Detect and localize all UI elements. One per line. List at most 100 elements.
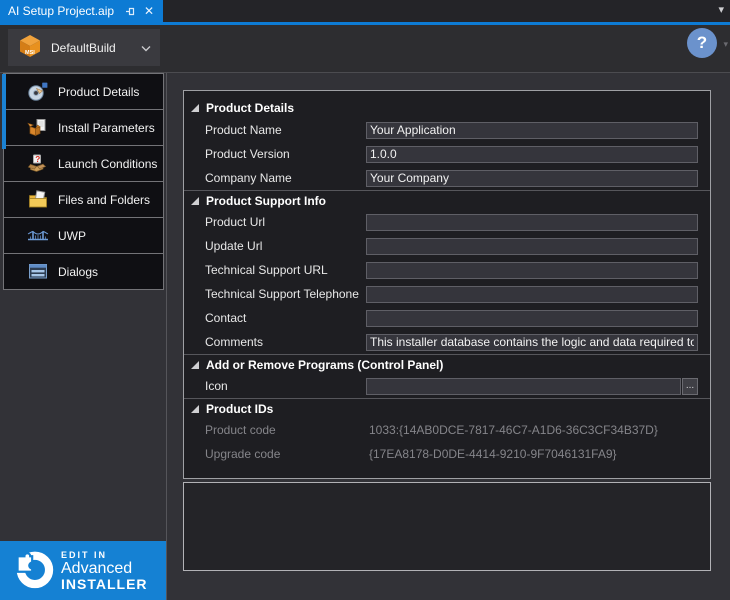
sidebar-item-label: Launch Conditions	[58, 157, 157, 171]
property-field	[366, 238, 698, 255]
technical-support-telephone-input[interactable]	[366, 286, 698, 303]
property-field	[366, 146, 698, 163]
property-field	[366, 334, 698, 351]
property-row-comments: Comments	[184, 330, 710, 354]
property-label: Icon	[205, 379, 366, 393]
technical-support-url-input[interactable]	[366, 262, 698, 279]
sidebar-item-install-parameters[interactable]: Install Parameters	[3, 109, 164, 146]
tab-list-chevron-icon[interactable]: ▾	[718, 3, 724, 16]
product-details-disc-icon	[27, 82, 49, 102]
property-row-contact: Contact	[184, 306, 710, 330]
badge-advanced: Advanced	[61, 561, 148, 577]
property-field	[366, 214, 698, 231]
chevron-down-icon	[141, 41, 151, 55]
description-box	[183, 482, 711, 571]
browse-button[interactable]: ...	[682, 378, 698, 395]
property-field	[366, 310, 698, 327]
comments-input[interactable]	[366, 334, 698, 351]
group-header-product-details[interactable]: Product Details	[184, 98, 710, 118]
property-label: Upgrade code	[205, 447, 366, 461]
sidebar-item-dialogs[interactable]: Dialogs	[3, 253, 164, 290]
property-label: Technical Support URL	[205, 263, 366, 277]
help-question-icon: ?	[697, 33, 707, 53]
svg-text:MSI: MSI	[25, 50, 35, 56]
property-row-icon: Icon...	[184, 374, 710, 398]
build-selector[interactable]: MSI DefaultBuild	[8, 29, 160, 66]
property-row-product-version: Product Version	[184, 142, 710, 166]
dialog-window-icon	[27, 262, 49, 282]
property-field	[366, 262, 698, 279]
content-area: Product Details Product Name Product Versi…	[167, 73, 730, 600]
property-row-update-url: Update Url	[184, 234, 710, 258]
msi-package-icon: MSI	[17, 33, 43, 62]
company-name-input[interactable]	[366, 170, 698, 187]
badge-text: EDIT IN Advanced INSTALLER	[61, 550, 148, 591]
property-label: Company Name	[205, 171, 366, 185]
sidebar-item-label: Dialogs	[58, 265, 98, 279]
property-row-company-name: Company Name	[184, 166, 710, 190]
property-field	[366, 122, 698, 139]
group-header-product-support-info[interactable]: Product Support Info	[184, 190, 710, 210]
property-row-upgrade-code: Upgrade code{17EA8178-D0DE-4414-9210-9F7…	[184, 442, 710, 466]
update-url-input[interactable]	[366, 238, 698, 255]
sidebar-item-uwp[interactable]: UWP	[3, 217, 164, 254]
product-url-input[interactable]	[366, 214, 698, 231]
contact-input[interactable]	[366, 310, 698, 327]
group-title: Product IDs	[206, 402, 273, 416]
sidebar-item-label: UWP	[58, 229, 86, 243]
sidebar: Product Details Install Parameters? Launch…	[0, 73, 167, 600]
folder-icon	[27, 190, 49, 210]
sidebar-nav: Product Details Install Parameters? Launch…	[0, 73, 166, 290]
product-name-input[interactable]	[366, 122, 698, 139]
install-box-icon	[27, 118, 49, 138]
sidebar-item-files-and-folders[interactable]: Files and Folders	[3, 181, 164, 218]
group-header-product-ids[interactable]: Product IDs	[184, 398, 710, 418]
group-title: Add or Remove Programs (Control Panel)	[206, 358, 443, 372]
sidebar-item-product-details[interactable]: Product Details	[3, 73, 164, 110]
help-menu-chevron-icon[interactable]: ▾	[723, 39, 728, 50]
group-header-add-or-remove-programs-control-panel-[interactable]: Add or Remove Programs (Control Panel)	[184, 354, 710, 374]
property-row-product-name: Product Name	[184, 118, 710, 142]
property-label: Technical Support Telephone	[205, 287, 366, 301]
property-row-technical-support-url: Technical Support URL	[184, 258, 710, 282]
icon-input[interactable]	[366, 378, 681, 395]
bridge-icon	[27, 226, 49, 246]
launch-conditions-box-icon: ?	[27, 154, 49, 174]
collapse-triangle-icon	[191, 104, 199, 112]
product-version-input[interactable]	[366, 146, 698, 163]
property-field	[366, 286, 698, 303]
property-grid: Product Details Product Name Product Versi…	[183, 90, 711, 479]
pin-icon[interactable]	[125, 6, 136, 17]
property-field: 1033:{14AB0DCE-7817-46C7-A1D6-36C3CF34B3…	[366, 423, 698, 437]
tab-title: AI Setup Project.aip	[8, 4, 121, 18]
badge-installer: INSTALLER	[61, 577, 148, 591]
property-row-product-code: Product code1033:{14AB0DCE-7817-46C7-A1D…	[184, 418, 710, 442]
group-title: Product Details	[206, 101, 294, 115]
sidebar-item-launch-conditions[interactable]: ? Launch Conditions	[3, 145, 164, 182]
tab-strip: AI Setup Project.aip ✕ ▾	[0, 0, 730, 22]
readonly-value: 1033:{14AB0DCE-7817-46C7-A1D6-36C3CF34B3…	[366, 423, 658, 437]
property-field: ...	[366, 378, 698, 395]
collapse-triangle-icon	[191, 405, 199, 413]
sidebar-item-label: Product Details	[58, 85, 139, 99]
readonly-value: {17EA8178-D0DE-4414-9210-9F7046131FA9}	[366, 447, 617, 461]
tab-ai-setup-project[interactable]: AI Setup Project.aip ✕	[0, 0, 163, 22]
advanced-installer-logo-icon	[13, 548, 55, 593]
property-label: Product Version	[205, 147, 366, 161]
selected-page-accent	[2, 74, 6, 149]
build-selector-value: DefaultBuild	[51, 41, 141, 55]
advanced-installer-badge[interactable]: EDIT IN Advanced INSTALLER	[0, 541, 166, 600]
close-icon[interactable]: ✕	[142, 4, 156, 18]
collapse-triangle-icon	[191, 197, 199, 205]
property-label: Contact	[205, 311, 366, 325]
property-field	[366, 170, 698, 187]
collapse-triangle-icon	[191, 361, 199, 369]
sidebar-item-label: Install Parameters	[58, 121, 155, 135]
main-area: Product Details Install Parameters? Launch…	[0, 73, 730, 600]
property-label: Comments	[205, 335, 366, 349]
svg-text:?: ?	[35, 155, 40, 164]
property-field: {17EA8178-D0DE-4414-9210-9F7046131FA9}	[366, 447, 698, 461]
property-row-technical-support-telephone: Technical Support Telephone	[184, 282, 710, 306]
property-row-product-url: Product Url	[184, 210, 710, 234]
help-button[interactable]: ?	[687, 28, 717, 58]
